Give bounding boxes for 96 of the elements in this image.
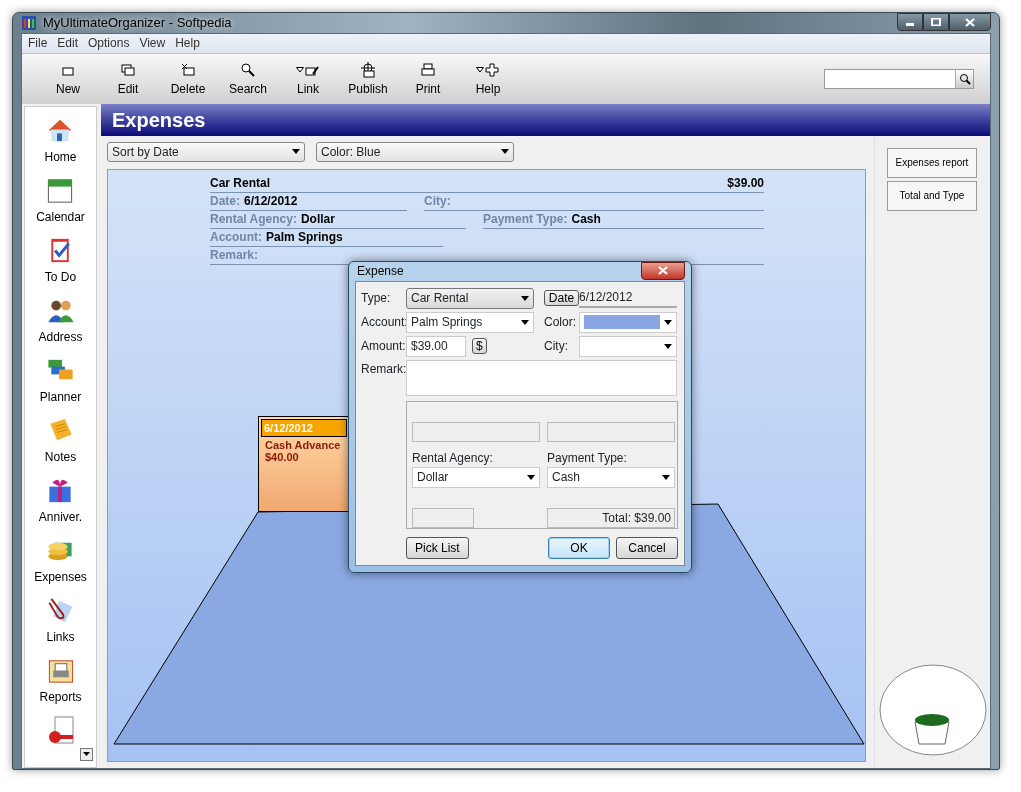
toolbar-button[interactable]: Print xyxy=(398,59,458,98)
page-header: Expenses xyxy=(101,103,990,136)
report-button[interactable]: Total and Type xyxy=(887,180,977,211)
caret-down-icon xyxy=(664,319,672,325)
field-label: Rental Agency: xyxy=(210,210,297,228)
close-icon xyxy=(658,266,668,275)
dialog-button[interactable]: OK xyxy=(548,536,610,559)
menu-item[interactable]: View xyxy=(137,34,174,52)
close-button[interactable] xyxy=(641,261,685,280)
sidebar-item[interactable]: Notes xyxy=(38,406,83,467)
note-title: Cash Advance xyxy=(264,439,342,451)
toolbar-button[interactable]: New xyxy=(38,59,98,98)
field-label: Date: xyxy=(210,192,240,210)
search-icon xyxy=(240,61,256,78)
search-icon xyxy=(958,72,971,85)
record-title: Car Rental xyxy=(210,174,271,192)
dialog-button[interactable]: Pick List xyxy=(406,536,469,559)
field-label: Remark: xyxy=(361,360,406,378)
sticky-note[interactable]: 6/12/2012 Cash Advance $40.00 xyxy=(258,415,350,512)
maximize-button[interactable] xyxy=(923,13,949,31)
filter-dropdown[interactable]: Color: Blue xyxy=(316,141,514,162)
total-field: Total: $39.00 xyxy=(547,507,675,528)
field-value: 6/12/2012 xyxy=(244,192,298,210)
printer-icon xyxy=(420,61,436,78)
search-field[interactable] xyxy=(824,68,974,89)
caret-down-icon xyxy=(521,295,529,301)
note-date: 6/12/2012 xyxy=(261,418,347,437)
field-label: Payment Type: xyxy=(547,449,628,467)
page-stack-icon xyxy=(120,61,136,78)
report-button[interactable]: Expenses report xyxy=(887,147,977,178)
sidebar-item[interactable]: To Do xyxy=(38,226,83,287)
field-label: Account: xyxy=(361,314,406,331)
note-amount: $40.00 xyxy=(264,451,300,463)
field-label: Payment Type: xyxy=(483,210,568,228)
page-cross-icon xyxy=(180,61,196,78)
dialog-title: Expense xyxy=(357,263,404,280)
agency-dropdown[interactable]: Dollar xyxy=(412,466,540,488)
record-amount: $39.00 xyxy=(727,174,764,192)
caret-down-icon xyxy=(662,474,670,480)
empty-field xyxy=(412,507,474,528)
toolbar-button[interactable]: Link xyxy=(278,59,338,98)
menu-item[interactable]: Help xyxy=(173,34,208,52)
remark-field[interactable] xyxy=(406,359,677,396)
sidebar-item[interactable]: Home xyxy=(38,106,83,167)
sidebar-item[interactable]: Expenses xyxy=(28,526,93,587)
app-icon xyxy=(21,14,37,31)
color-dropdown[interactable] xyxy=(579,311,677,333)
scroll-down-button[interactable] xyxy=(80,747,93,761)
field-label: Remark: xyxy=(210,246,259,264)
sidebar-item[interactable]: Anniver. xyxy=(32,466,89,527)
field-label: Color: xyxy=(544,314,577,331)
field-label: City: xyxy=(544,338,569,355)
date-field[interactable]: 6/12/2012 xyxy=(579,288,677,308)
sidebar-item[interactable]: Planner xyxy=(33,346,88,407)
close-icon xyxy=(965,17,975,27)
toolbar-button[interactable]: Edit xyxy=(98,59,158,98)
field-value: Cash xyxy=(571,210,601,228)
minimize-button[interactable] xyxy=(897,13,923,31)
caret-down-icon xyxy=(664,343,672,349)
toolbar-button[interactable]: Publish xyxy=(338,59,398,98)
toolbar-button[interactable]: Delete xyxy=(158,59,218,98)
search-button[interactable] xyxy=(955,69,973,88)
field-label: Account: xyxy=(210,228,262,246)
caret-down-icon xyxy=(501,149,509,154)
sidebar-item[interactable]: Reports xyxy=(33,646,88,707)
field-label: Rental Agency: xyxy=(412,449,494,467)
account-dropdown[interactable]: Palm Springs xyxy=(406,311,534,333)
menu-item[interactable]: File xyxy=(26,34,56,52)
caret-down-icon xyxy=(527,474,535,480)
globe-page-icon xyxy=(360,61,376,78)
close-button[interactable] xyxy=(949,13,991,31)
sidebar-item[interactable]: Calendar xyxy=(30,166,91,227)
currency-button[interactable]: $ xyxy=(472,338,487,354)
dialog-button[interactable]: Cancel xyxy=(616,536,678,559)
amount-field[interactable]: $39.00 xyxy=(406,335,466,357)
sidebar-item[interactable]: Address xyxy=(32,286,89,347)
maximize-icon xyxy=(931,18,941,26)
caret-down-icon xyxy=(83,752,90,756)
type-dropdown[interactable]: Car Rental xyxy=(406,287,534,309)
filter-dropdown[interactable]: Sort by Date xyxy=(107,141,305,162)
field-value: Palm Springs xyxy=(266,228,343,246)
date-button[interactable]: Date xyxy=(544,290,579,306)
menu-item[interactable]: Edit xyxy=(55,34,87,52)
field-label: Type: xyxy=(361,290,392,307)
plus-icon xyxy=(484,61,500,78)
toolbar-button[interactable]: Help xyxy=(458,59,518,98)
sidebar-item[interactable]: Links xyxy=(38,586,83,647)
window-title: MyUltimateOrganizer - Softpedia xyxy=(43,14,232,32)
payment-dropdown[interactable]: Cash xyxy=(547,466,675,488)
field-label: City: xyxy=(424,192,451,210)
caret-down-icon xyxy=(521,319,529,325)
field-value: Dollar xyxy=(300,210,335,228)
caret-down-icon xyxy=(292,149,300,154)
menu-item[interactable]: Options xyxy=(86,34,138,52)
toolbar-button[interactable]: Search xyxy=(218,59,278,98)
field-label: Amount: xyxy=(361,338,406,355)
